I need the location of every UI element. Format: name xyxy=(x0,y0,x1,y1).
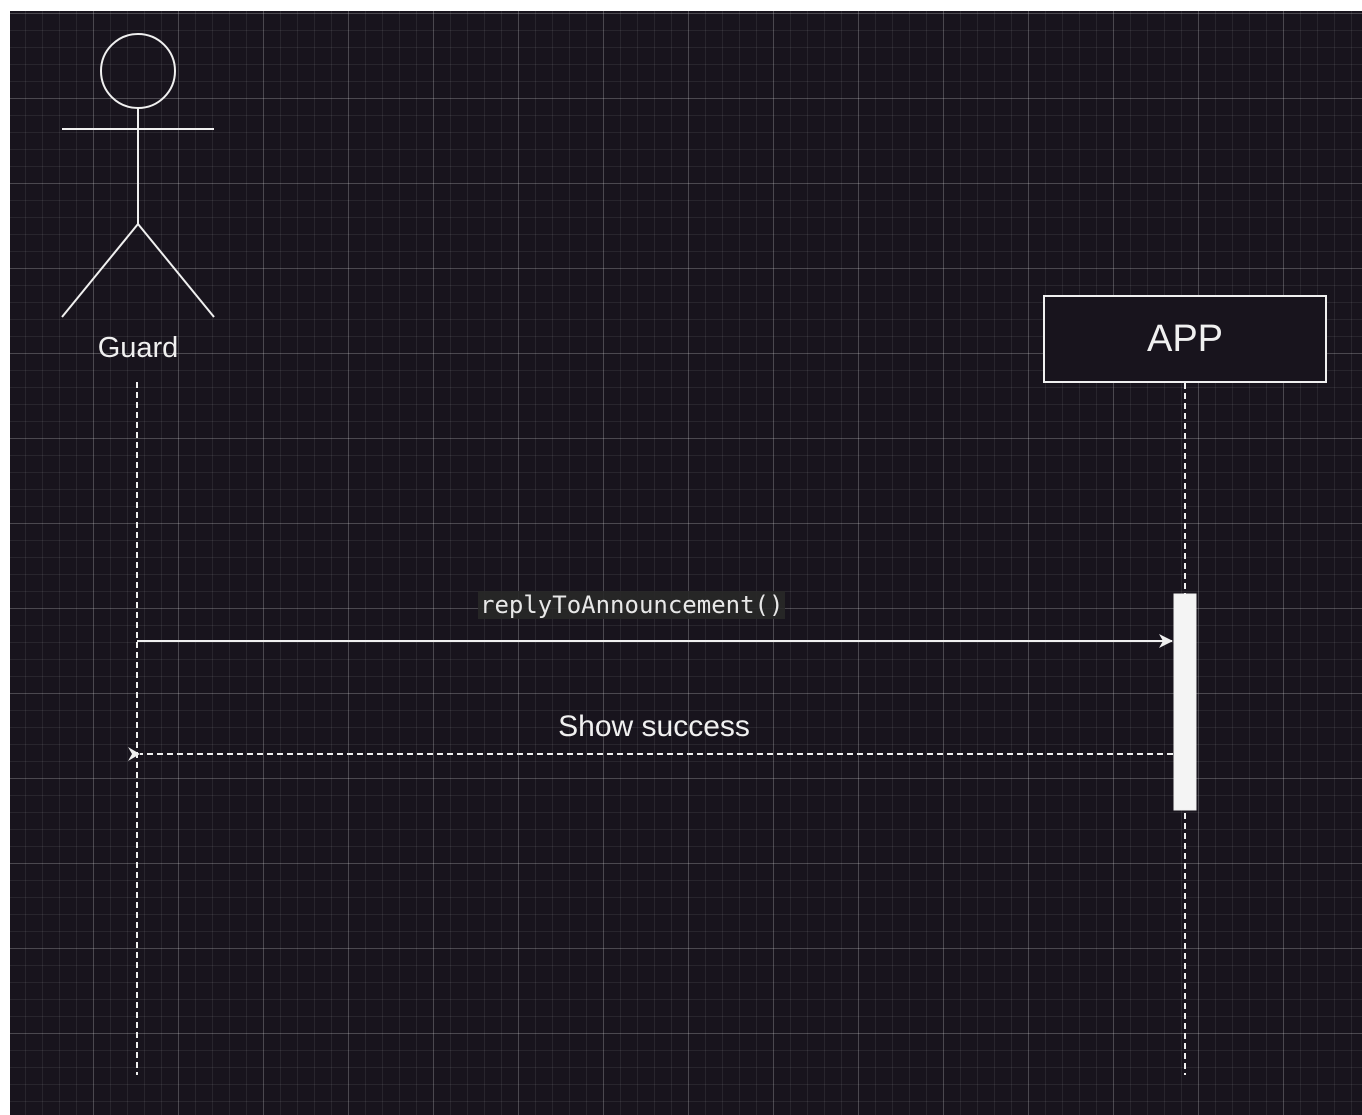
actor-right-leg xyxy=(137,223,215,318)
actor-figure[interactable] xyxy=(61,33,215,318)
sequence-diagram xyxy=(61,33,1327,1075)
actor-label: Guard xyxy=(97,332,179,364)
activation-bar[interactable] xyxy=(1173,593,1197,811)
actor-head xyxy=(100,33,176,109)
message-label-call: replyToAnnouncement() xyxy=(478,591,786,619)
actor-left-leg xyxy=(61,223,139,318)
participant-label: APP xyxy=(1146,318,1224,360)
message-label-return: Show success xyxy=(558,710,750,743)
